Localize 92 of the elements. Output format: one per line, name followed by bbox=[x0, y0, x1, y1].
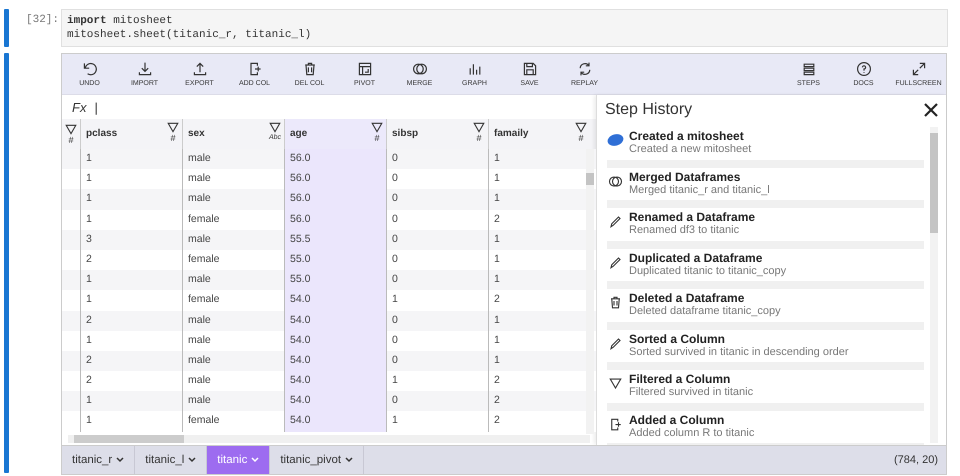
column-name: famaily bbox=[494, 128, 528, 141]
step-description: Duplicated titanic to titanic_copy bbox=[629, 264, 786, 276]
download-icon bbox=[136, 61, 152, 77]
sheet-tab[interactable]: titanic_pivot bbox=[270, 446, 364, 474]
step-description: Added column R to titanic bbox=[629, 426, 754, 438]
save-icon bbox=[522, 61, 538, 77]
step-item[interactable]: Filtered a Column Filtered survived in titanic bbox=[607, 370, 924, 410]
cell-prompt: [32]: bbox=[26, 14, 57, 26]
table-cell: 1 bbox=[80, 411, 182, 432]
code-input[interactable]: import mitosheet mitosheet.sheet(titanic_r, titanic_l) bbox=[61, 9, 948, 47]
pencil-icon bbox=[608, 214, 623, 229]
step-description: Sorted survived in titanic in descending order bbox=[629, 346, 849, 358]
table-cell: 56.0 bbox=[284, 169, 386, 190]
table-cell: 56.0 bbox=[284, 149, 386, 170]
trash-icon bbox=[608, 295, 623, 310]
table-cell: 54.0 bbox=[284, 310, 386, 331]
step-title: Duplicated a Dataframe bbox=[629, 250, 764, 264]
table-cell: 54.0 bbox=[284, 411, 386, 432]
chevron-down-icon bbox=[116, 457, 124, 463]
chevron-down-icon bbox=[345, 457, 354, 463]
step-title: Created a mitosheet bbox=[629, 129, 745, 143]
help-icon bbox=[856, 61, 872, 77]
column-name: pclass bbox=[86, 128, 118, 141]
table-cell: 54.0 bbox=[284, 371, 386, 392]
step-title: Deleted a Dataframe bbox=[629, 291, 746, 305]
table-cell: 54.0 bbox=[284, 350, 386, 372]
step-title: Added a Column bbox=[629, 412, 726, 426]
step-title: Renamed a Dataframe bbox=[629, 210, 756, 224]
type-label: # bbox=[476, 133, 482, 143]
type-label: # bbox=[170, 133, 176, 143]
bar-chart-icon bbox=[466, 61, 482, 77]
step-description: Deleted dataframe titanic_copy bbox=[629, 305, 781, 317]
sheet-tab[interactable]: titanic bbox=[207, 446, 270, 474]
undo-icon bbox=[82, 61, 98, 77]
filter-icon[interactable] bbox=[473, 122, 485, 133]
table-cell: 55.5 bbox=[284, 230, 386, 250]
filter-icon[interactable] bbox=[268, 122, 281, 133]
vertical-scrollbar[interactable] bbox=[930, 127, 938, 443]
pencil-icon bbox=[608, 336, 623, 350]
step-title: Sorted a Column bbox=[629, 332, 726, 346]
filter-icon bbox=[608, 376, 623, 391]
step-description: Created a new mitosheet bbox=[629, 143, 752, 155]
type-label: # bbox=[374, 133, 380, 143]
type-label: # bbox=[68, 134, 74, 144]
add-column-icon bbox=[608, 416, 623, 432]
close-icon[interactable] bbox=[924, 103, 938, 117]
sheet-dimensions: (784, 20) bbox=[894, 454, 938, 466]
step-title: Filtered a Column bbox=[629, 372, 732, 386]
type-label: # bbox=[578, 133, 584, 143]
filter-icon bbox=[65, 124, 77, 134]
table-cell: 54.0 bbox=[284, 330, 386, 351]
fullscreen-icon bbox=[910, 61, 926, 77]
steps-icon bbox=[800, 61, 816, 77]
column-name: sex bbox=[188, 128, 205, 141]
formula-field[interactable]: | bbox=[94, 100, 98, 114]
filter-icon[interactable] bbox=[575, 122, 587, 133]
table-cell: 1 bbox=[386, 411, 488, 432]
table-cell: 55.0 bbox=[284, 270, 386, 290]
column-name: age bbox=[290, 128, 308, 141]
formula-label: Fx bbox=[72, 100, 86, 114]
horizontal-scrollbar[interactable] bbox=[68, 435, 590, 443]
table-cell: 56.0 bbox=[284, 189, 386, 210]
vertical-scrollbar[interactable] bbox=[586, 149, 594, 434]
step-description: Merged titanic_r and titanic_l bbox=[629, 184, 770, 196]
chevron-down-icon bbox=[188, 457, 196, 463]
step-description: Filtered survived in titanic bbox=[629, 386, 754, 398]
merge-icon bbox=[412, 61, 428, 77]
filter-icon[interactable] bbox=[371, 122, 383, 133]
table-cell: 54.0 bbox=[284, 391, 386, 412]
table-cell: 55.0 bbox=[284, 250, 386, 270]
merge-icon bbox=[608, 174, 623, 188]
panel-title: Step History bbox=[605, 101, 692, 119]
table-cell: 54.0 bbox=[284, 290, 386, 310]
step-item[interactable]: Deleted a Dataframe Deleted dataframe titanic_copy bbox=[607, 289, 924, 330]
column-header[interactable]: age # bbox=[284, 119, 386, 149]
step-item[interactable]: Renamed a Dataframe Renamed df3 to titanic bbox=[607, 208, 924, 248]
step-item[interactable]: Sorted a Column Sorted survived in titanic in descending order bbox=[607, 330, 924, 370]
step-title: Merged Dataframes bbox=[629, 170, 742, 184]
replay-icon bbox=[576, 61, 592, 77]
pivot-table-icon bbox=[356, 61, 372, 77]
sheet-tab[interactable]: titanic_r bbox=[62, 446, 136, 474]
pencil-icon bbox=[608, 254, 623, 270]
filter-icon[interactable] bbox=[167, 122, 179, 133]
column-name: sibsp bbox=[392, 128, 418, 141]
step-item[interactable]: Duplicated a Dataframe Duplicated titanic to titanic_copy bbox=[607, 248, 924, 289]
step-item[interactable]: Created a mitosheet Created a new mitosheet bbox=[607, 127, 924, 168]
table-cell: 56.0 bbox=[284, 210, 386, 230]
mitosheet-logo-icon bbox=[607, 133, 624, 147]
upload-icon bbox=[192, 61, 208, 77]
chevron-down-icon bbox=[251, 457, 260, 463]
step-item[interactable]: Merged Dataframes Merged titanic_r and titanic_l bbox=[607, 168, 924, 208]
step-description: Renamed df3 to titanic bbox=[629, 224, 740, 236]
